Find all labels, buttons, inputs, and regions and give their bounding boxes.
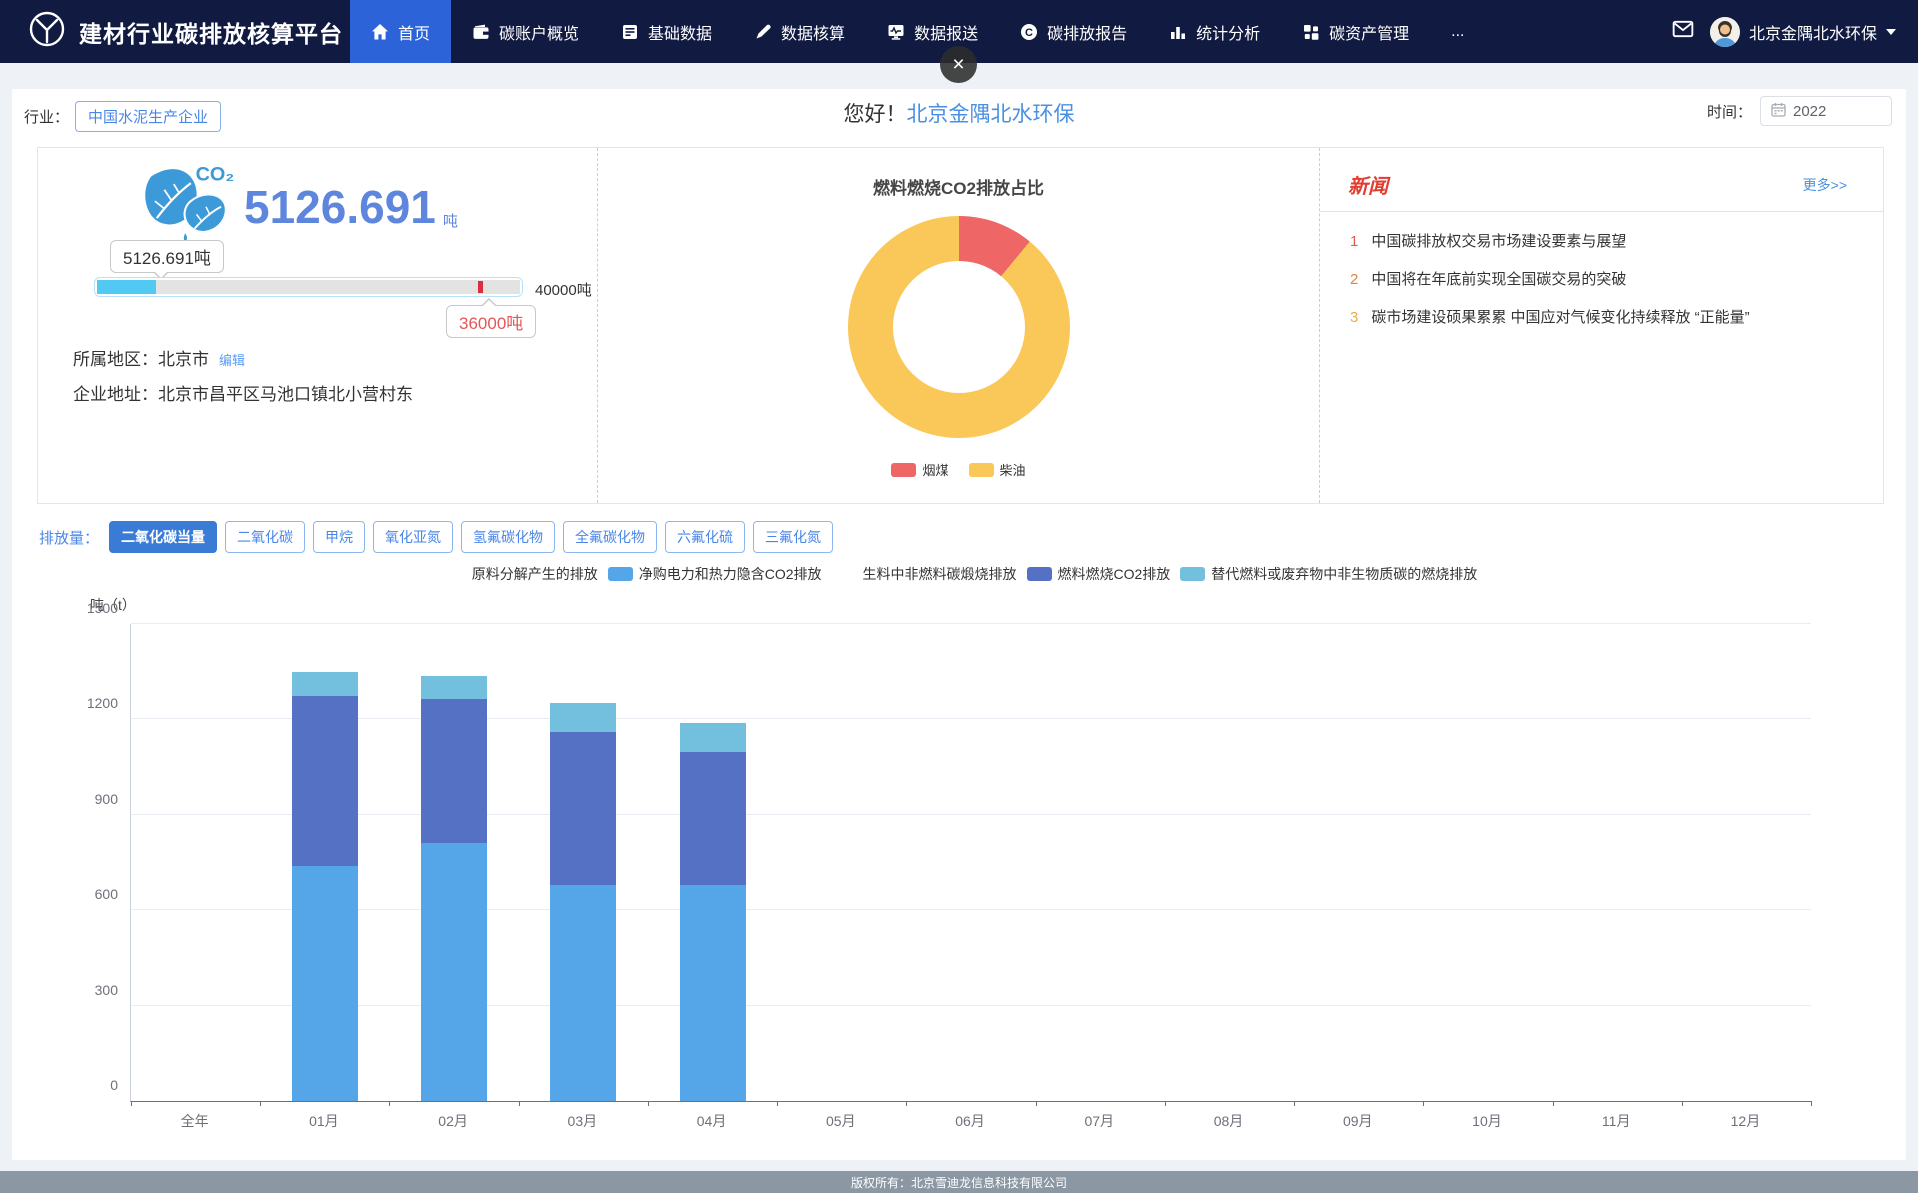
bar-chart-legend: 原料分解产生的排放 净购电力和热力隐含CO2排放 生料中非燃料碳煅烧排放 燃料燃… [12, 564, 1906, 584]
close-button[interactable]: × [940, 46, 977, 83]
nav-item-carbon-assets[interactable]: 碳资产管理 [1281, 0, 1430, 63]
bar-04月[interactable] [680, 723, 746, 1101]
legend-item-coal[interactable]: 烟煤 [891, 460, 948, 479]
report-icon: C [1020, 23, 1038, 41]
wallet-icon [472, 23, 490, 41]
progress-max-label: 40000吨 [535, 279, 592, 300]
stacked-bar-chart [130, 624, 1811, 1102]
co2-total-value: 5126.691 [244, 184, 436, 230]
brand: 建材行业碳排放核算平台 [0, 0, 350, 63]
address-line: 企业地址：北京市昌平区马池口镇北小营村东 [73, 380, 413, 405]
news-item-3[interactable]: 3 碳市场建设硕果累累 中国应对气候变化持续释放 “正能量” [1350, 306, 1863, 327]
greeting-company[interactable]: 北京金隅北水环保 [907, 103, 1075, 126]
x-axis-labels: 全年 01月 02月 03月 04月 05月 06月 07月 08月 09月 1… [130, 1111, 1810, 1131]
calendar-icon [1771, 102, 1786, 121]
pen-icon [754, 23, 772, 41]
avatar [1710, 17, 1740, 47]
progress-fill [97, 280, 156, 294]
platform-title: 建材行业碳排放核算平台 [79, 15, 343, 49]
filter-pfcs[interactable]: 全氟碳化物 [563, 521, 657, 553]
coal-swatch [891, 463, 916, 477]
svg-text:CO₂: CO₂ [196, 163, 235, 185]
legend-raw-meal-calcination[interactable]: 生料中非燃料碳煅烧排放 [832, 564, 1017, 584]
main-menu: 首页 碳账户概览 基础数据 数据核算 数据报送 C 碳排放报告 统计分析 碳资产 [350, 0, 1485, 63]
co2-total-unit: 吨 [443, 210, 458, 231]
chevron-down-icon [1886, 29, 1896, 35]
greeting: 您好！北京金隅北水环保 [12, 98, 1906, 128]
quota-marker [478, 281, 483, 293]
donut-title: 燃料燃烧CO2排放占比 [598, 174, 1319, 199]
legend-item-diesel[interactable]: 柴油 [969, 460, 1026, 479]
database-icon [621, 23, 639, 41]
filter-co2e[interactable]: 二氧化碳当量 [109, 521, 217, 553]
legend-alternative-fuel[interactable]: 替代燃料或废弃物中非生物质碳的燃烧排放 [1180, 564, 1477, 584]
copyright-text: 版权所有：北京雪迪龙信息科技有限公司 [851, 1174, 1067, 1191]
fuel-donut-chart [848, 216, 1070, 438]
leaf-co2-icon: CO₂ [136, 158, 240, 253]
address-value: 北京市昌平区马池口镇北小营村东 [158, 385, 413, 404]
y-axis-ticks: 0 300 600 900 1200 1500 [12, 624, 118, 1101]
username: 北京金隅北水环保 [1749, 20, 1877, 44]
assets-icon [1302, 23, 1320, 41]
year-picker[interactable]: 2022 [1760, 96, 1892, 126]
bar-03月[interactable] [550, 703, 616, 1101]
news-section: 新闻 更多>> 1 中国碳排放权交易市场建设要素与展望 2 中国将在年底前实现全… [1320, 148, 1883, 503]
filter-co2[interactable]: 二氧化碳 [225, 521, 305, 553]
legend-raw-decomposition[interactable]: 原料分解产生的排放 [441, 564, 598, 584]
progress-value-tooltip: 5126.691吨 [110, 240, 224, 273]
nav-item-more[interactable]: ... [1430, 0, 1485, 63]
main-card: 行业： 中国水泥生产企业 您好！北京金隅北水环保 时间： 2022 CO₂ [12, 89, 1906, 1160]
year-value: 2022 [1793, 103, 1826, 120]
filter-label: 排放量： [39, 527, 99, 548]
filter-nf3[interactable]: 三氟化氮 [753, 521, 833, 553]
gas-filter-row: 排放量： 二氧化碳当量 二氧化碳 甲烷 氧化亚氮 氢氟碳化物 全氟碳化物 六氟化… [39, 521, 833, 553]
home-icon [371, 23, 389, 41]
news-item-2[interactable]: 2 中国将在年底前实现全国碳交易的突破 [1350, 268, 1863, 289]
news-more-link[interactable]: 更多>> [1803, 175, 1847, 195]
platform-logo-icon [28, 10, 66, 53]
nav-item-base-data[interactable]: 基础数据 [600, 0, 733, 63]
donut-hole [893, 261, 1025, 393]
nav-item-carbon-account[interactable]: 碳账户概览 [451, 0, 600, 63]
nav-item-emission-report[interactable]: C 碳排放报告 [999, 0, 1148, 63]
news-title: 新闻 [1348, 170, 1388, 199]
diesel-swatch [969, 463, 994, 477]
quota-marker-tooltip: 36000吨 [446, 305, 536, 338]
stats-icon [1169, 23, 1187, 41]
nav-item-home[interactable]: 首页 [350, 0, 451, 63]
filter-ch4[interactable]: 甲烷 [313, 521, 365, 553]
filter-n2o[interactable]: 氧化亚氮 [373, 521, 453, 553]
svg-text:C: C [1025, 27, 1033, 39]
filter-hfcs[interactable]: 氢氟碳化物 [461, 521, 555, 553]
time-row: 时间： 2022 [1707, 96, 1892, 126]
legend-fuel-combustion[interactable]: 燃料燃烧CO2排放 [1027, 564, 1171, 584]
greeting-prefix: 您好！ [844, 103, 907, 126]
region-value: 北京市 [158, 350, 209, 369]
filter-sf6[interactable]: 六氟化硫 [665, 521, 745, 553]
news-divider [1320, 211, 1883, 212]
nav-item-data-submission[interactable]: 数据报送 [866, 0, 999, 63]
legend-purchased-energy[interactable]: 净购电力和热力隐含CO2排放 [608, 564, 822, 584]
donut-legend: 烟煤 柴油 [598, 460, 1319, 479]
emission-summary: CO₂ 5126.691 吨 5126.691吨 [38, 148, 598, 503]
monitor-icon [887, 23, 905, 41]
footer: 版权所有：北京雪迪龙信息科技有限公司 [0, 1171, 1918, 1193]
nav-item-statistics[interactable]: 统计分析 [1148, 0, 1281, 63]
nav-item-data-accounting[interactable]: 数据核算 [733, 0, 866, 63]
news-list: 1 中国碳排放权交易市场建设要素与展望 2 中国将在年底前实现全国碳交易的突破 … [1350, 230, 1863, 344]
news-item-1[interactable]: 1 中国碳排放权交易市场建设要素与展望 [1350, 230, 1863, 251]
info-panel: CO₂ 5126.691 吨 5126.691吨 [37, 147, 1884, 504]
edit-region-link[interactable]: 编辑 [219, 353, 245, 368]
region-line: 所属地区：北京市编辑 [73, 345, 245, 370]
user-menu[interactable]: 北京金隅北水环保 [1710, 17, 1896, 47]
emission-progress-bar [94, 277, 523, 297]
bar-02月[interactable] [421, 676, 487, 1101]
bar-01月[interactable] [292, 672, 358, 1101]
time-label: 时间： [1707, 101, 1752, 122]
mail-icon[interactable] [1672, 18, 1694, 45]
fuel-donut-section: 燃料燃烧CO2排放占比 烟煤 柴油 [598, 148, 1320, 503]
